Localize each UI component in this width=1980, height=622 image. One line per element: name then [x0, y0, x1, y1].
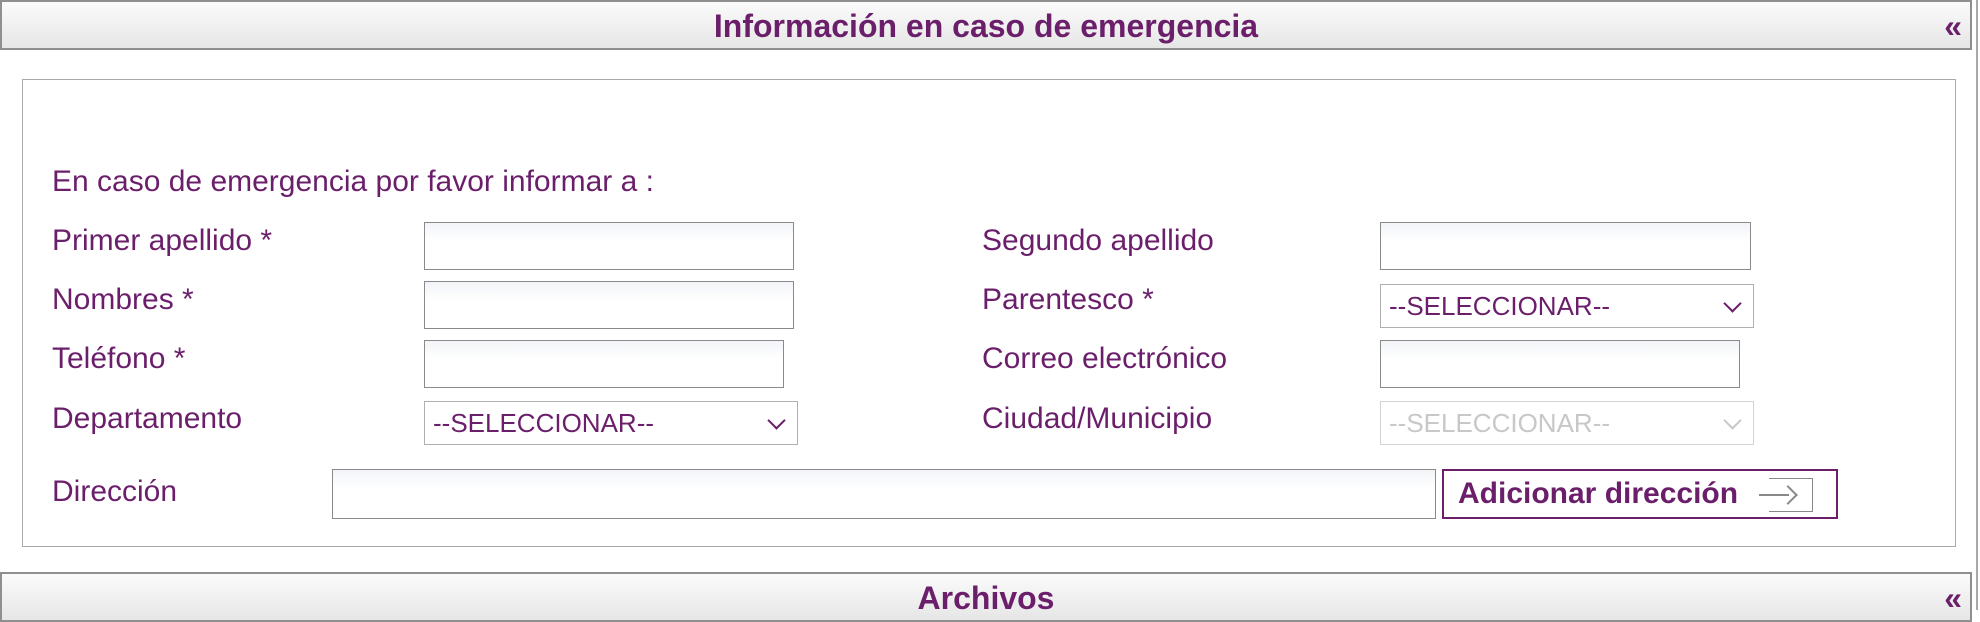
correo-label: Correo electrónico [982, 342, 1228, 375]
nombres-label: Nombres * [52, 283, 194, 316]
chevron-down-icon [1723, 294, 1742, 313]
parentesco-label: Parentesco * [982, 283, 1154, 316]
segundo-apellido-label: Segundo apellido [982, 224, 1214, 257]
emergency-section-header[interactable]: Información en caso de emergencia « [0, 0, 1972, 50]
ciudad-label: Ciudad/Municipio [982, 402, 1213, 435]
ciudad-select: --SELECCIONAR-- [1380, 401, 1754, 445]
emergency-section-title: Información en caso de emergencia [713, 8, 1259, 44]
correo-input[interactable] [1380, 340, 1740, 388]
nombres-input[interactable] [424, 281, 794, 329]
add-address-button-label: Adicionar dirección [1458, 477, 1739, 510]
departamento-label: Departamento [52, 402, 243, 435]
chevron-down-icon [767, 411, 786, 430]
arrow-right-icon [1759, 478, 1813, 512]
segundo-apellido-input[interactable] [1380, 222, 1751, 270]
primer-apellido-label: Primer apellido * [52, 224, 273, 257]
files-section-header[interactable]: Archivos « [0, 572, 1972, 622]
files-section-title: Archivos [917, 580, 1055, 616]
collapse-icon[interactable]: « [1944, 574, 1962, 622]
chevron-down-icon [1723, 411, 1742, 430]
parentesco-select[interactable]: --SELECCIONAR-- [1380, 284, 1754, 328]
primer-apellido-input[interactable] [424, 222, 794, 270]
ciudad-selected-value: --SELECCIONAR-- [1389, 408, 1611, 438]
departamento-select[interactable]: --SELECCIONAR-- [424, 401, 798, 445]
direccion-label: Dirección [52, 475, 178, 508]
departamento-selected-value: --SELECCIONAR-- [433, 408, 655, 438]
add-address-button[interactable]: Adicionar dirección [1442, 469, 1838, 519]
telefono-input[interactable] [424, 340, 784, 388]
emergency-intro-text: En caso de emergencia por favor informar… [52, 165, 654, 198]
parentesco-selected-value: --SELECCIONAR-- [1389, 291, 1611, 321]
direccion-input[interactable] [332, 469, 1436, 519]
telefono-label: Teléfono * [52, 342, 186, 375]
window-edge [1976, 0, 1978, 610]
collapse-icon[interactable]: « [1944, 2, 1962, 50]
